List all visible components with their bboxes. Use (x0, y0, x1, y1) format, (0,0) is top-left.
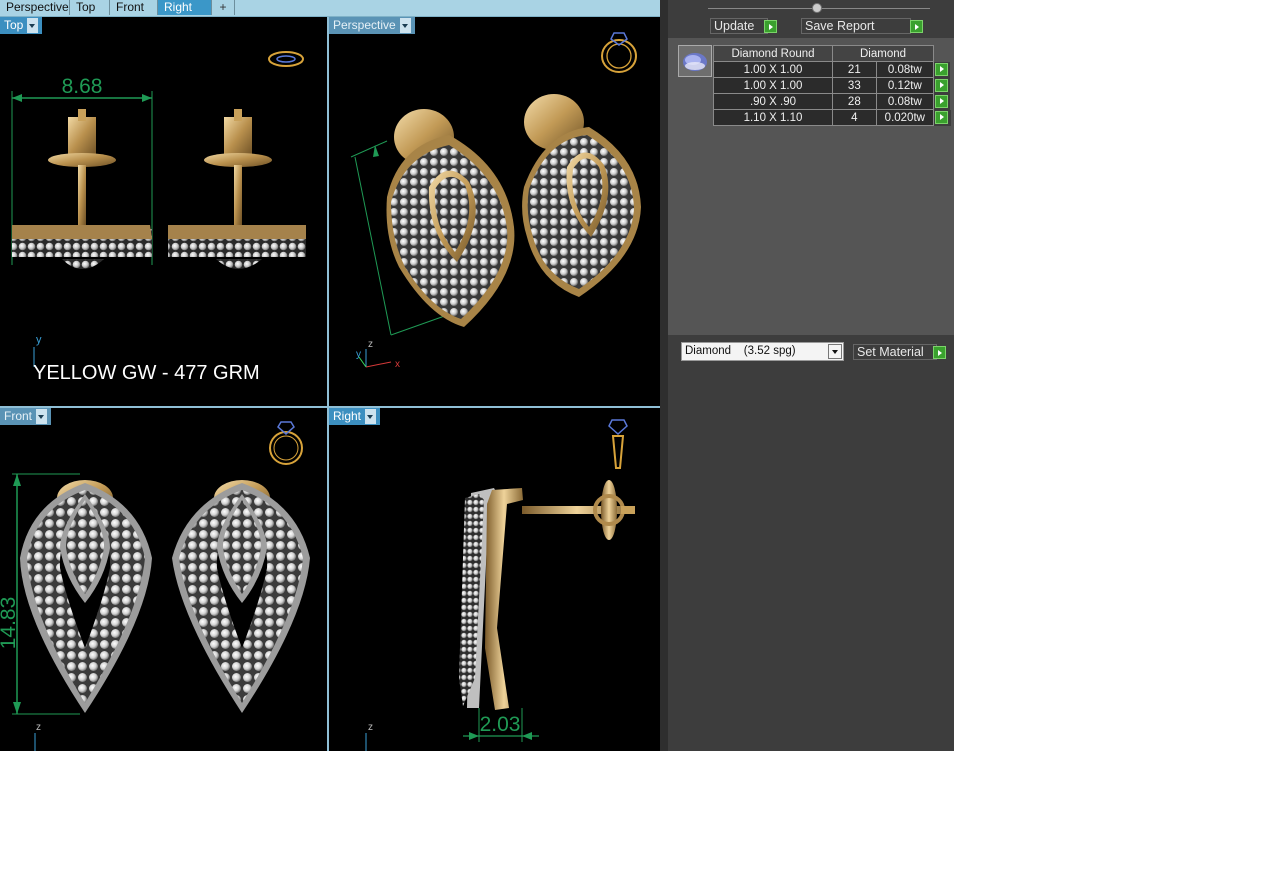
table-row[interactable]: .90 X .90 28 0.08tw (713, 93, 951, 110)
stone-weight: 0.08tw (875, 61, 935, 78)
viewport-front[interactable]: z 14.83 Front (0, 408, 327, 751)
depth-dimension-value: 2.03 (480, 713, 521, 736)
diamond-report-panel: Update Save Report Diamond Round Diamond… (668, 0, 954, 751)
stone-count: 28 (832, 93, 877, 110)
axis-z-label: z (368, 339, 373, 350)
table-header-row: Diamond Round Diamond (713, 45, 951, 62)
earring-right-perspective (522, 94, 641, 297)
table-row[interactable]: 1.00 X 1.00 21 0.08tw (713, 61, 951, 78)
viewport-right-menu[interactable]: Right (329, 408, 381, 425)
viewport-top-label: Top (4, 18, 24, 32)
ring-orientation-icon[interactable] (601, 32, 637, 73)
save-report-go-button[interactable] (910, 20, 923, 33)
update-button-label: Update (714, 19, 755, 33)
earring-side-profile (459, 480, 635, 710)
viewport-perspective[interactable]: z y x Perspective (329, 17, 660, 406)
chevron-down-icon[interactable] (36, 409, 48, 424)
header-diamond: Diamond (832, 45, 934, 62)
axis-gizmo (358, 349, 392, 368)
metal-weight-caption: YELLOW GW - 477 GRM (33, 362, 260, 384)
axis-y-label: y (356, 349, 361, 360)
axis-z-label: z (368, 722, 373, 733)
earring-orientation-icon[interactable] (608, 419, 628, 469)
stone-count: 21 (832, 61, 877, 78)
tab-right[interactable]: Right (158, 0, 212, 15)
save-report-button-label: Save Report (805, 19, 875, 33)
chevron-down-icon[interactable] (365, 409, 377, 424)
stone-weight: 0.08tw (875, 93, 935, 110)
viewport-perspective-menu[interactable]: Perspective (329, 17, 415, 34)
chevron-down-icon[interactable] (828, 344, 842, 359)
plus-icon: + (219, 0, 227, 14)
header-diamond-round: Diamond Round (713, 45, 833, 62)
set-material-button[interactable]: Set Material (853, 344, 937, 360)
tab-perspective[interactable]: Perspective (0, 0, 70, 15)
tab-front[interactable]: Front (110, 0, 158, 15)
ring-orientation-icon[interactable] (269, 421, 303, 465)
update-go-button[interactable] (764, 20, 777, 33)
view-tab-bar: Perspective Top Front Right + (0, 0, 660, 17)
chevron-down-icon[interactable] (27, 18, 39, 33)
stone-size: 1.00 X 1.00 (713, 61, 833, 78)
earring-left-top (12, 109, 152, 269)
material-select-value: Diamond (3.52 spg) (685, 345, 796, 357)
viewport-top[interactable]: y 8.68 YELLOW GW - 477 GRM Top (0, 17, 327, 406)
row-go-button[interactable] (935, 94, 948, 108)
stone-size: 1.00 X 1.00 (713, 77, 833, 94)
height-dimension-value: 14.83 (0, 597, 20, 650)
stone-weight: 0.12tw (875, 77, 935, 94)
viewport-right-label: Right (333, 409, 362, 423)
ring-orientation-icon[interactable] (268, 51, 304, 67)
tab-top[interactable]: Top (70, 0, 110, 15)
perspective-view-render: z y x (350, 32, 641, 370)
add-view-tab-button[interactable]: + (212, 0, 235, 15)
row-go-button[interactable] (935, 78, 948, 92)
chevron-down-icon[interactable] (399, 18, 411, 33)
right-view-render: z 2.03 (365, 419, 635, 751)
earring-right-top (168, 109, 306, 269)
front-view-render: z 14.83 (0, 421, 310, 751)
stone-size: 1.10 X 1.10 (713, 109, 833, 126)
axis-y-label: y (36, 334, 42, 346)
earring-right-front (172, 480, 310, 713)
stone-count: 4 (832, 109, 877, 126)
viewport-perspective-label: Perspective (333, 18, 396, 32)
row-go-button[interactable] (935, 110, 948, 124)
stone-count: 33 (832, 77, 877, 94)
top-view-render: y 8.68 YELLOW GW - 477 GRM (11, 51, 306, 384)
stone-size: .90 X .90 (713, 93, 833, 110)
save-report-button[interactable]: Save Report (801, 18, 911, 34)
panel-splitter[interactable] (660, 0, 668, 751)
viewport-top-menu[interactable]: Top (0, 17, 43, 34)
table-row[interactable]: 1.10 X 1.10 4 0.020tw (713, 109, 951, 126)
set-material-go-button[interactable] (933, 346, 946, 359)
diamond-icon (683, 53, 707, 71)
viewport-front-menu[interactable]: Front (0, 408, 52, 425)
diamond-summary-table: Diamond Round Diamond 1.00 X 1.00 21 0.0… (713, 45, 951, 126)
earring-left-front (20, 480, 152, 713)
set-material-button-label: Set Material (857, 345, 924, 359)
width-dimension-value: 8.68 (62, 75, 103, 98)
update-button[interactable]: Update (710, 18, 768, 34)
axis-z-label: z (36, 722, 41, 733)
viewport-front-label: Front (4, 409, 33, 423)
round-diamond-thumbnail[interactable] (678, 45, 712, 77)
earring-left-perspective (386, 109, 515, 327)
panel-slider-handle[interactable] (812, 3, 822, 13)
stone-weight: 0.020tw (875, 109, 935, 126)
row-go-button[interactable] (935, 62, 948, 76)
material-select[interactable]: Diamond (3.52 spg) (681, 342, 844, 361)
viewport-right[interactable]: z 2.03 Right (329, 408, 660, 751)
axis-x-label: x (395, 359, 400, 370)
table-row[interactable]: 1.00 X 1.00 33 0.12tw (713, 77, 951, 94)
